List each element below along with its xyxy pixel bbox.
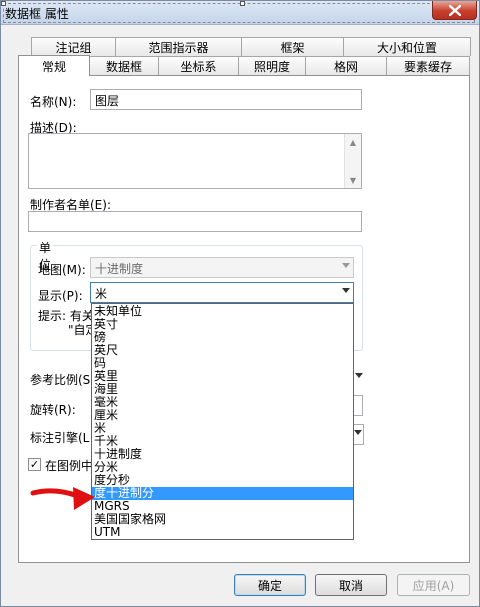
ok-button[interactable]: 确定 bbox=[234, 574, 306, 596]
dropdown-option[interactable]: 未知单位 bbox=[92, 305, 353, 318]
dropdown-option[interactable]: 分米 bbox=[92, 461, 353, 474]
tab-feature-cache[interactable]: 要素缓存 bbox=[386, 56, 470, 75]
reference-scale-label: 参考比例(S bbox=[30, 373, 91, 387]
display-units-value: 米 bbox=[95, 287, 108, 301]
chevron-down-icon bbox=[342, 263, 350, 268]
legend-checkbox[interactable]: ✓ bbox=[28, 458, 41, 471]
tab-label: 坐标系 bbox=[180, 59, 217, 74]
display-units-dropdown-list[interactable]: 未知单位 英寸 磅 英尺 码 英里 海里 毫米 厘米 米 千米 十进制度 分米 … bbox=[91, 303, 354, 540]
map-units-value: 十进制度 bbox=[95, 262, 144, 276]
resize-handle-tl[interactable] bbox=[1, 1, 6, 6]
red-arrow-annotation-icon bbox=[30, 487, 95, 510]
tab-general[interactable]: 常规 bbox=[18, 55, 90, 76]
description-textarea[interactable]: ▲ ▼ bbox=[28, 133, 362, 189]
tab-label: 格网 bbox=[333, 59, 358, 74]
description-scrollbar[interactable]: ▲ ▼ bbox=[344, 134, 361, 188]
credits-input[interactable] bbox=[28, 211, 362, 232]
dropdown-option[interactable]: 英寸 bbox=[92, 318, 353, 331]
map-units-select: 十进制度 bbox=[90, 257, 354, 278]
tab-frame[interactable]: 框架 bbox=[241, 37, 344, 56]
tab-label: 数据框 bbox=[105, 59, 142, 74]
tab-label: 框架 bbox=[280, 40, 305, 55]
window-title: 数据框 属性 bbox=[5, 7, 69, 21]
dropdown-option[interactable]: 十进制度 bbox=[92, 448, 353, 461]
dropdown-option[interactable]: 米 bbox=[92, 422, 353, 435]
rotation-label: 旋转(R): bbox=[30, 403, 76, 417]
tab-grids[interactable]: 格网 bbox=[305, 56, 387, 75]
title-bar[interactable]: 数据框 属性 bbox=[1, 1, 479, 25]
scroll-down-icon[interactable]: ▼ bbox=[345, 172, 361, 188]
dropdown-option[interactable]: 码 bbox=[92, 357, 353, 370]
tab-coordinate-system[interactable]: 坐标系 bbox=[158, 56, 239, 75]
tab-label: 注记组 bbox=[55, 40, 92, 55]
dropdown-option[interactable]: 厘米 bbox=[92, 409, 353, 422]
dropdown-option[interactable]: 英里 bbox=[92, 370, 353, 383]
chevron-down-icon bbox=[342, 288, 350, 293]
scroll-up-icon[interactable]: ▲ bbox=[345, 134, 361, 150]
dropdown-option[interactable]: 千米 bbox=[92, 435, 353, 448]
tab-label: 大小和位置 bbox=[376, 40, 437, 55]
reference-scale-select[interactable] bbox=[353, 368, 363, 389]
display-units-select[interactable]: 米 bbox=[90, 282, 354, 303]
map-units-label: 地图(M): bbox=[38, 263, 86, 277]
dropdown-option[interactable]: 度分秒 bbox=[92, 474, 353, 487]
label-engine-select[interactable] bbox=[353, 424, 364, 445]
tab-label: 常规 bbox=[41, 59, 66, 74]
close-icon bbox=[448, 4, 461, 16]
cancel-button[interactable]: 取消 bbox=[315, 574, 387, 596]
display-units-label: 显示(P): bbox=[38, 289, 83, 303]
dropdown-option[interactable]: 海里 bbox=[92, 383, 353, 396]
dropdown-option[interactable]: MGRS bbox=[92, 500, 353, 513]
checkmark-icon: ✓ bbox=[29, 458, 40, 471]
chevron-down-icon bbox=[354, 430, 362, 435]
dropdown-option[interactable]: UTM bbox=[92, 526, 353, 539]
selection-outline bbox=[3, 3, 475, 23]
properties-dialog: 数据框 属性 注记组 范围指示器 框架 大小和位置 常规 数据框 坐标系 照明度… bbox=[0, 0, 480, 607]
dropdown-option-highlighted[interactable]: 度十进制分 bbox=[92, 487, 353, 500]
name-input[interactable]: 图层 bbox=[90, 89, 362, 110]
apply-button[interactable]: 应用(A) bbox=[397, 574, 470, 596]
name-label: 名称(N): bbox=[30, 95, 77, 109]
tab-label: 范围指示器 bbox=[148, 40, 209, 55]
resize-handle-top[interactable] bbox=[240, 1, 245, 6]
close-button[interactable] bbox=[432, 1, 477, 20]
chevron-down-icon bbox=[355, 373, 363, 378]
legend-checkbox-label: 在图例中 bbox=[45, 459, 94, 473]
label-engine-label: 标注引擎(L bbox=[30, 431, 90, 445]
tab-illumination[interactable]: 照明度 bbox=[238, 56, 306, 75]
tab-label: 要素缓存 bbox=[403, 59, 452, 74]
tab-data-frame[interactable]: 数据框 bbox=[89, 56, 159, 75]
tab-size-position[interactable]: 大小和位置 bbox=[343, 37, 471, 56]
tab-annotation-groups[interactable]: 注记组 bbox=[31, 37, 116, 56]
dropdown-option[interactable]: 磅 bbox=[92, 331, 353, 344]
rotation-input[interactable] bbox=[353, 395, 363, 416]
dropdown-option[interactable]: 美国国家格网 bbox=[92, 513, 353, 526]
tab-label: 照明度 bbox=[253, 59, 290, 74]
tab-extent-indicators[interactable]: 范围指示器 bbox=[115, 37, 242, 56]
dropdown-option[interactable]: 英尺 bbox=[92, 344, 353, 357]
dropdown-option[interactable]: 毫米 bbox=[92, 396, 353, 409]
